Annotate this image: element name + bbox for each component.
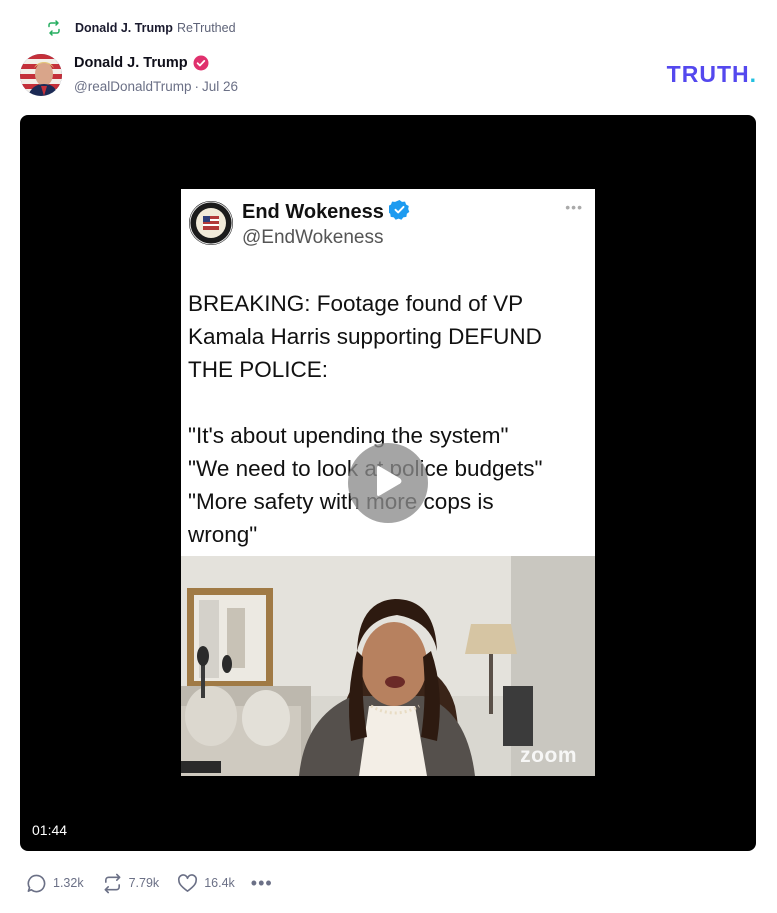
post-line-gap xyxy=(188,386,588,419)
author-handle[interactable]: @realDonaldTrump xyxy=(74,79,192,94)
video-duration: 01:44 xyxy=(32,822,68,838)
verified-badge-icon xyxy=(193,55,209,71)
heart-icon xyxy=(177,873,198,894)
retruth-icon xyxy=(46,20,62,36)
more-options-icon[interactable]: ••• xyxy=(251,874,273,892)
like-button[interactable]: 16.4k xyxy=(177,873,235,894)
embedded-avatar xyxy=(189,201,233,245)
truth-logo-text: TRUTH xyxy=(666,61,750,87)
author-meta: @realDonaldTrump · Jul 26 xyxy=(74,79,238,94)
retruth-label: ReTruthed xyxy=(176,21,236,35)
truth-logo[interactable]: TRUTH. xyxy=(667,61,757,88)
like-count: 16.4k xyxy=(204,876,235,890)
meta-separator: · xyxy=(194,79,200,94)
video-player[interactable]: End Wokeness @EndWokeness ••• BREAKING: … xyxy=(20,115,756,851)
truth-logo-dot: . xyxy=(749,61,757,87)
author-name[interactable]: Donald J. Trump xyxy=(74,55,188,71)
author-avatar[interactable] xyxy=(20,54,62,96)
post-line: BREAKING: Footage found of VP xyxy=(188,291,524,316)
author-name-group[interactable]: Donald J. Trump xyxy=(74,55,209,71)
post-action-bar: 1.32k 7.79k 16.4k ••• xyxy=(26,871,273,895)
verified-check-icon xyxy=(387,199,410,226)
post-line: Kamala Harris supporting DEFUND xyxy=(188,324,542,349)
embedded-name-group: End Wokeness xyxy=(242,199,410,226)
reply-icon xyxy=(26,873,47,894)
play-button[interactable] xyxy=(348,443,428,523)
reply-button[interactable]: 1.32k xyxy=(26,873,84,894)
zoom-watermark: zoom xyxy=(520,744,577,767)
retruth-user-name[interactable]: Donald J. Trump xyxy=(75,21,173,35)
embedded-handle: @EndWokeness xyxy=(242,227,384,248)
retruth-button[interactable]: 7.79k xyxy=(102,873,160,894)
retruth-header: Donald J. Trump ReTruthed xyxy=(46,18,236,38)
embedded-more-icon: ••• xyxy=(565,199,583,215)
post-date[interactable]: Jul 26 xyxy=(202,79,238,94)
embedded-name: End Wokeness xyxy=(242,201,384,223)
video-still-image: zoom xyxy=(181,556,595,776)
play-icon xyxy=(373,465,403,502)
retruth-icon xyxy=(102,873,123,894)
reply-count: 1.32k xyxy=(53,876,84,890)
post-author-row: Donald J. Trump @realDonaldTrump · Jul 26 … xyxy=(20,54,757,98)
post-line: THE POLICE: xyxy=(188,357,329,382)
retruth-count: 7.79k xyxy=(128,876,160,890)
